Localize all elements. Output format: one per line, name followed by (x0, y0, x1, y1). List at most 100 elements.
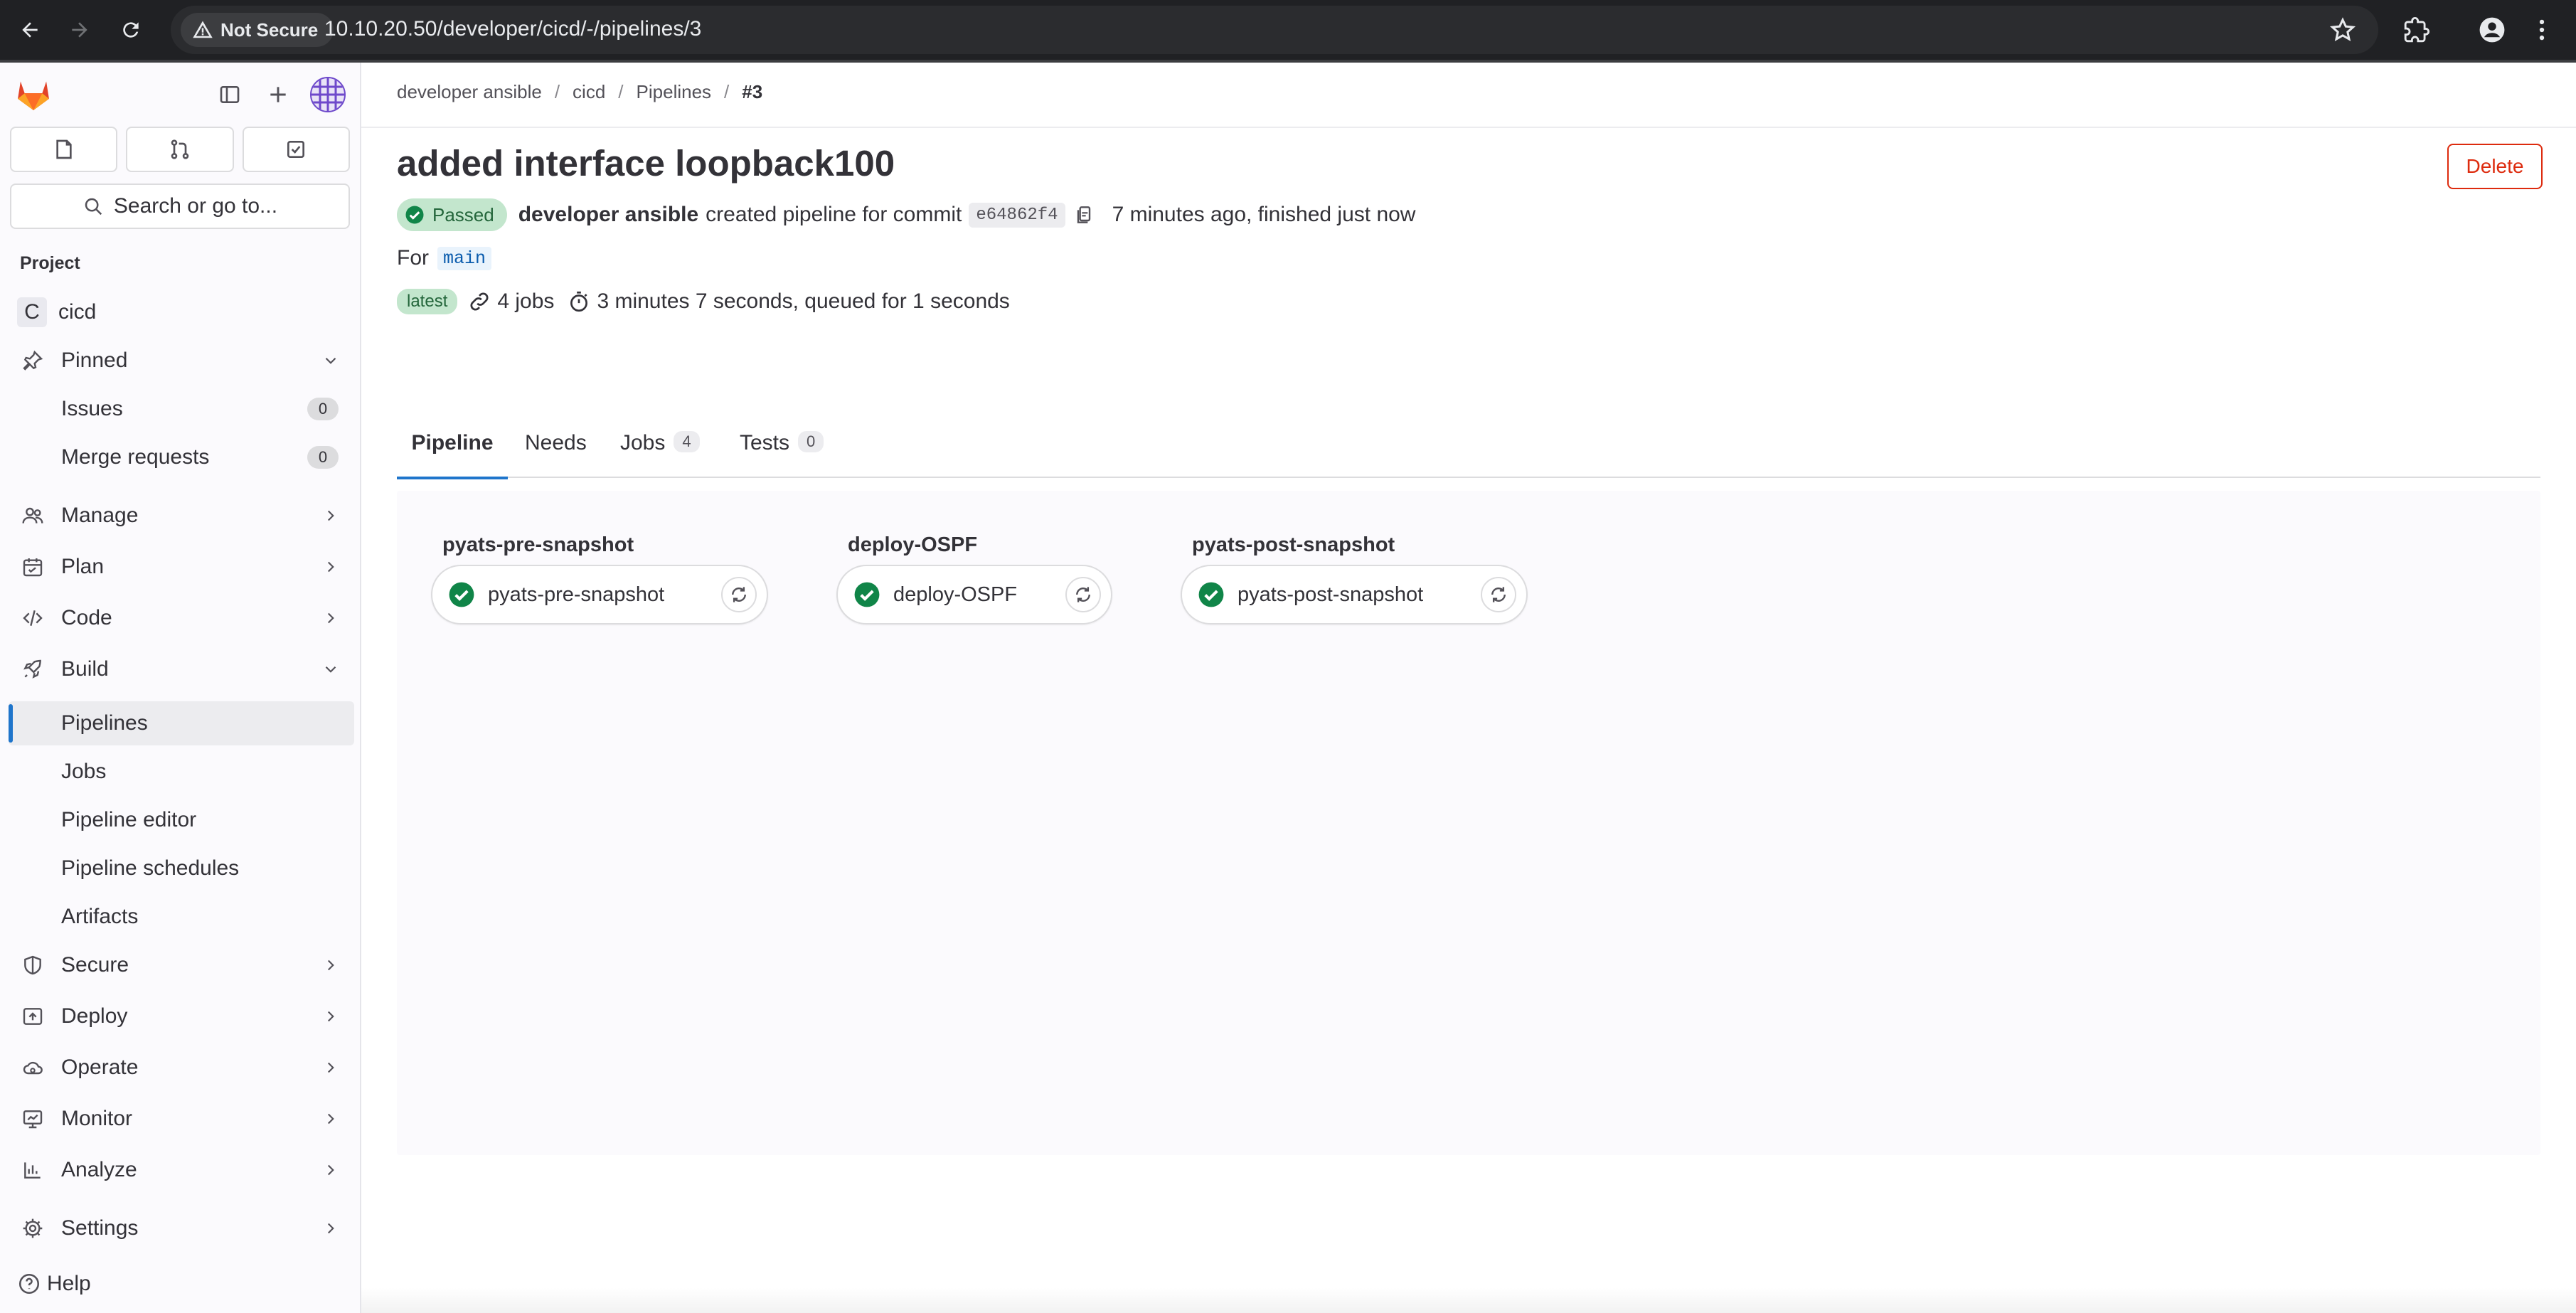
sidebar-item-project[interactable]: C cicd (9, 289, 354, 336)
sidebar-item-pipelines[interactable]: Pipelines (9, 701, 354, 745)
browser-menu-button[interactable] (2522, 10, 2562, 50)
chevron-down-icon (325, 666, 336, 673)
job-pill[interactable]: deploy-OSPF (836, 565, 1112, 624)
sidebar-shortcuts (10, 127, 350, 172)
tab-jobs-label: Jobs (620, 431, 666, 455)
sidebar-item-artifacts[interactable]: Artifacts (9, 895, 354, 939)
artifacts-label: Artifacts (61, 905, 139, 928)
sidebar-item-jobs[interactable]: Jobs (9, 750, 354, 794)
header-divider (361, 127, 2576, 128)
profile-button[interactable] (2472, 10, 2512, 50)
help-label: Help (47, 1272, 91, 1295)
merge-requests-button[interactable] (126, 127, 234, 172)
todo-list-button[interactable] (242, 127, 350, 172)
job-name: pyats-pre-snapshot (488, 583, 665, 606)
job-pill[interactable]: pyats-post-snapshot (1181, 565, 1528, 624)
create-new-button[interactable] (260, 77, 296, 112)
sidebar-item-analyze[interactable]: Analyze (9, 1147, 354, 1194)
manage-label: Manage (61, 504, 139, 527)
sidebar-item-settings[interactable]: Settings (9, 1205, 354, 1252)
tab-needs[interactable]: Needs (525, 422, 587, 478)
sidebar-item-merge-requests[interactable]: Merge requests 0 (9, 434, 354, 481)
main-content: developer ansible / cicd / Pipelines / #… (361, 63, 2576, 1313)
sidebar-item-monitor[interactable]: Monitor (9, 1095, 354, 1142)
puzzle-icon (2404, 16, 2430, 43)
todo-icon (287, 141, 305, 158)
status-badge[interactable]: Passed (397, 198, 507, 231)
gitlab-logo-icon[interactable] (14, 75, 53, 114)
warning-icon (193, 21, 213, 38)
stage-title: pyats-pre-snapshot (442, 533, 634, 556)
settings-label: Settings (61, 1216, 139, 1240)
breadcrumb-current[interactable]: #3 (742, 81, 762, 103)
url-text[interactable]: 10.10.20.50/developer/cicd/-/pipelines/3 (324, 17, 701, 41)
retry-button[interactable] (1065, 577, 1101, 612)
sidebar-item-pipeline-editor[interactable]: Pipeline editor (9, 798, 354, 842)
user-avatar[interactable] (310, 77, 346, 112)
tab-tests[interactable]: Tests 0 (740, 422, 824, 478)
back-button[interactable] (11, 11, 48, 48)
chevron-right-icon (327, 510, 334, 521)
search-button[interactable]: Search or go to... (10, 184, 350, 229)
merge-requests-label: Merge requests (61, 445, 210, 469)
star-icon (2329, 17, 2356, 41)
sidebar-header (0, 63, 360, 125)
retry-button[interactable] (1481, 577, 1516, 612)
retry-icon (1491, 587, 1506, 602)
sidebar-section-title: Project (20, 253, 80, 273)
pipeline-graph: pyats-pre-snapshot pyats-pre-snapshot de… (397, 491, 2540, 1155)
copy-icon[interactable] (1073, 203, 1095, 226)
chevron-right-icon (327, 561, 334, 573)
breadcrumb-separator: / (724, 81, 730, 102)
sidebar-item-code[interactable]: Code (9, 595, 354, 642)
check-circle-icon (405, 206, 424, 224)
tab-pipeline[interactable]: Pipeline (397, 422, 508, 479)
tab-jobs[interactable]: Jobs 4 (620, 422, 700, 478)
job-pill[interactable]: pyats-pre-snapshot (431, 565, 768, 624)
pipeline-summary: Passed developer ansible created pipelin… (397, 198, 1415, 232)
pipeline-editor-label: Pipeline editor (61, 808, 197, 831)
more-vertical-icon (2539, 19, 2545, 41)
pipelines-label: Pipelines (61, 711, 148, 735)
sidebar-item-manage[interactable]: Manage (9, 492, 354, 539)
commit-sha[interactable]: e64862f4 (969, 202, 1065, 228)
extensions-button[interactable] (2397, 10, 2437, 50)
breadcrumb-project[interactable]: cicd (573, 81, 605, 103)
help-button[interactable]: Help (17, 1272, 91, 1296)
breadcrumb-pipelines[interactable]: Pipelines (637, 81, 712, 103)
branch-row: For main (397, 246, 492, 270)
sidebar-item-secure[interactable]: Secure (9, 942, 354, 989)
branch-name[interactable]: main (437, 246, 492, 270)
author-name[interactable]: developer ansible (518, 203, 698, 227)
security-indicator[interactable]: Not Secure (181, 13, 334, 47)
retry-button[interactable] (721, 577, 757, 612)
assigned-issues-button[interactable] (10, 127, 118, 172)
job-name: pyats-post-snapshot (1238, 583, 1424, 606)
sidebar-item-build[interactable]: Build (9, 646, 354, 693)
deploy-label: Deploy (61, 1004, 128, 1028)
issues-label: Issues (61, 397, 123, 420)
toggle-sidebar-button[interactable] (212, 77, 248, 112)
bookmark-button[interactable] (2328, 16, 2357, 48)
bottom-shadow (361, 1287, 2576, 1313)
breadcrumb: developer ansible / cicd / Pipelines / #… (397, 81, 762, 103)
sidebar-item-pinned[interactable]: Pinned (9, 337, 354, 384)
reload-button[interactable] (112, 11, 149, 48)
breadcrumb-separator: / (618, 81, 624, 102)
address-bar[interactable]: Not Secure 10.10.20.50/developer/cicd/-/… (171, 6, 2378, 54)
delete-button[interactable]: Delete (2447, 144, 2543, 189)
sidebar-item-pipeline-schedules[interactable]: Pipeline schedules (9, 846, 354, 891)
breadcrumb-separator: / (554, 81, 560, 102)
sidebar-item-issues[interactable]: Issues 0 (9, 386, 354, 432)
status-label: Passed (432, 203, 494, 225)
for-label: For (397, 246, 429, 270)
chevron-right-icon (327, 1062, 334, 1073)
merge-request-icon (171, 139, 189, 159)
sidebar-item-operate[interactable]: Operate (9, 1044, 354, 1091)
forward-button[interactable] (61, 11, 98, 48)
chevron-right-icon (327, 1223, 334, 1234)
search-icon (85, 198, 102, 216)
breadcrumb-user[interactable]: developer ansible (397, 81, 542, 103)
sidebar-item-deploy[interactable]: Deploy (9, 993, 354, 1040)
sidebar-item-plan[interactable]: Plan (9, 543, 354, 590)
